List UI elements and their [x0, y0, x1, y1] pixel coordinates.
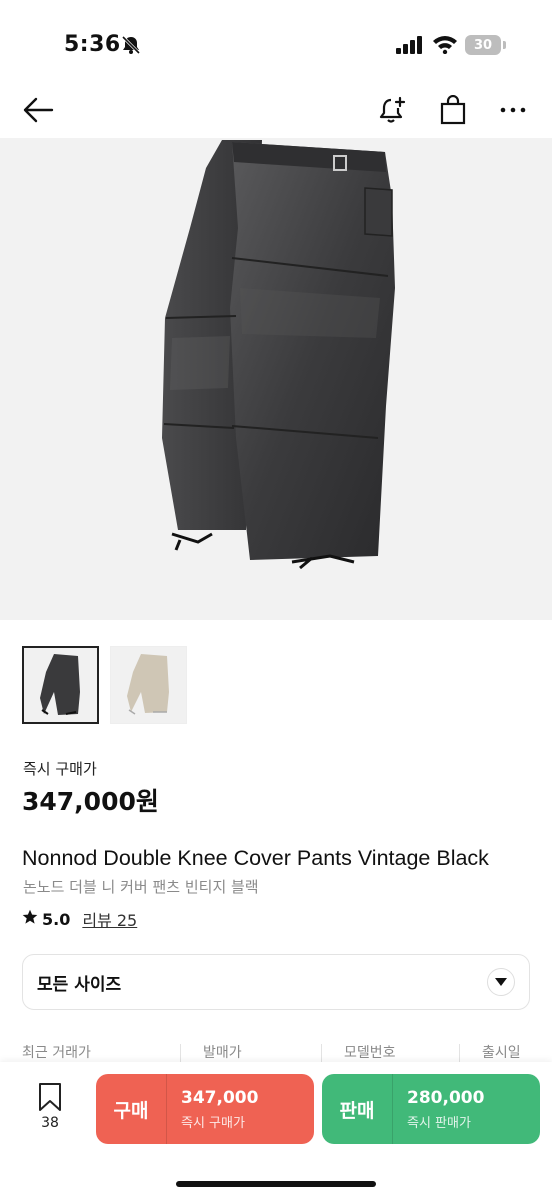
instant-buy-price-label: 즉시 구매가 [23, 760, 97, 778]
home-indicator [176, 1181, 376, 1187]
star-icon [22, 909, 38, 929]
bell-plus-icon[interactable] [373, 90, 413, 130]
buy-sub-label: 즉시 구매가 [181, 1115, 245, 1131]
chevron-down-icon [487, 968, 515, 996]
thumbnail-list [22, 646, 187, 724]
more-icon[interactable] [493, 90, 533, 130]
rating-score: 5.0 [42, 909, 71, 929]
shopping-bag-icon[interactable] [433, 90, 473, 130]
release-date-label: 출시일 [482, 1045, 521, 1061]
wifi-icon [432, 34, 458, 58]
bookmark-icon [39, 1083, 61, 1111]
sell-amount: 280,000 [407, 1087, 485, 1108]
release-price-label: 발매가 [203, 1045, 242, 1061]
bookmark-button[interactable]: 38 [30, 1082, 70, 1131]
back-arrow-icon[interactable] [18, 90, 58, 130]
thumbnail-black[interactable] [22, 646, 99, 724]
nav-bar [0, 80, 552, 138]
bell-off-icon [120, 35, 142, 59]
bottom-action-bar: 38 구매 347,000 즉시 구매가 판매 280,000 즉시 판매가 [0, 1062, 552, 1200]
buy-action-label: 구매 [113, 1099, 149, 1122]
status-bar: 5:36 30 [0, 0, 552, 90]
sell-button[interactable]: 판매 280,000 즉시 판매가 [322, 1074, 540, 1144]
instant-buy-price: 347,000원 [22, 787, 159, 816]
divider [180, 1044, 181, 1062]
rating-row: 5.0 리뷰 25 [22, 907, 137, 931]
divider [321, 1044, 322, 1062]
buy-detail: 347,000 즉시 구매가 [167, 1088, 258, 1131]
sell-sub-label: 즉시 판매가 [407, 1115, 471, 1131]
model-number-label: 모델번호 [344, 1045, 396, 1061]
buy-button[interactable]: 구매 347,000 즉시 구매가 [96, 1074, 314, 1144]
thumbnail-beige[interactable] [110, 646, 187, 724]
product-title-ko: 논노드 더블 니 커버 팬츠 빈티지 블랙 [23, 878, 259, 896]
divider [459, 1044, 460, 1062]
signal-icon [396, 36, 424, 58]
recent-trade-label: 최근 거래가 [22, 1045, 91, 1061]
product-title-en: Nonnod Double Knee Cover Pants Vintage B… [22, 846, 489, 870]
review-link[interactable]: 리뷰 25 [82, 907, 137, 931]
buy-amount: 347,000 [181, 1087, 259, 1108]
sell-detail: 280,000 즉시 판매가 [393, 1088, 484, 1131]
bookmark-count: 38 [41, 1115, 59, 1131]
size-select[interactable]: 모든 사이즈 [22, 954, 530, 1010]
battery-icon: 30 [465, 35, 501, 55]
size-select-label: 모든 사이즈 [37, 974, 122, 995]
battery-tip [503, 41, 506, 49]
status-time: 5:36 [64, 32, 121, 57]
sell-action-label: 판매 [339, 1099, 375, 1122]
product-image[interactable] [0, 138, 552, 620]
